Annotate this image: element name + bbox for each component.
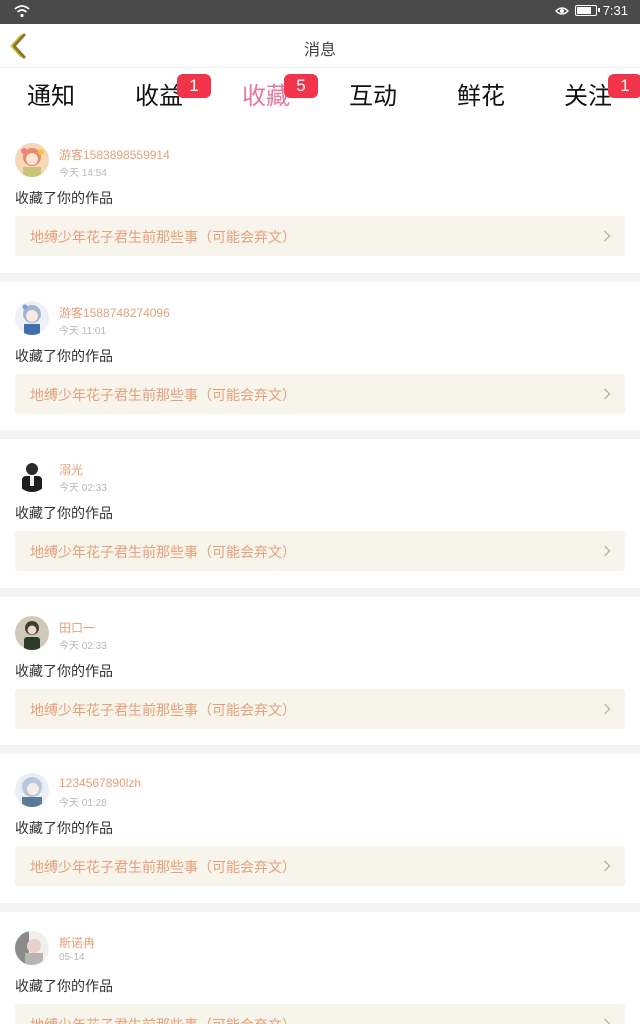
tab-notice[interactable]: 通知 — [11, 76, 91, 116]
timestamp: 今天 02:33 — [59, 640, 107, 652]
timestamp: 05-14 — [59, 951, 85, 963]
list-item[interactable]: 斯诺冉 05-14 收藏了你的作品 地缚少年花子君生前那些事（可能会弃文） — [0, 911, 640, 1024]
work-link[interactable]: 地缚少年花子君生前那些事（可能会弃文） — [15, 531, 625, 571]
action-text: 收藏了你的作品 — [15, 506, 113, 522]
chevron-right-icon — [604, 703, 611, 714]
unread-badge: 5 — [284, 74, 318, 98]
username[interactable]: 溺光 — [59, 461, 83, 478]
timestamp: 今天 01:28 — [59, 798, 107, 809]
chevron-right-icon — [604, 1018, 611, 1024]
list-item[interactable]: 游客1583898559914 今天 14:54 收藏了你的作品 地缚少年花子君… — [0, 124, 640, 273]
action-text: 收藏了你的作品 — [15, 663, 113, 680]
action-text: 收藏了你的作品 — [15, 978, 113, 995]
divider — [0, 272, 640, 282]
action-text: 收藏了你的作品 — [15, 348, 113, 365]
list-item[interactable]: 1234567890lzh 今天 01:28 收藏了你的作品 地缚少年花子君生前… — [0, 754, 640, 903]
tab-bar: 通知 收益 1 收藏 5 互动 鲜花 关注 1 — [0, 68, 640, 126]
chevron-right-icon — [604, 860, 611, 872]
tab-label: 收藏 — [242, 82, 290, 110]
status-time: 7:31 — [602, 3, 628, 18]
username[interactable]: 1234567890lzh — [59, 776, 141, 790]
avatar[interactable] — [15, 773, 49, 807]
work-title: 地缚少年花子君生前那些事（可能会弃文） — [30, 387, 296, 404]
nav-bar: 消息 — [0, 24, 640, 68]
tab-favorites[interactable]: 收藏 5 — [226, 74, 318, 126]
username[interactable]: 游客1583898559914 — [59, 146, 170, 163]
divider — [0, 430, 640, 439]
tab-label: 互动 — [349, 82, 397, 110]
work-link[interactable]: 地缚少年花子君生前那些事（可能会弃文） — [15, 1003, 625, 1024]
tab-label: 通知 — [27, 82, 75, 110]
unread-badge: 1 — [608, 74, 640, 98]
work-link[interactable]: 地缚少年花子君生前那些事（可能会弃文） — [15, 216, 625, 256]
action-text: 收藏了你的作品 — [15, 191, 113, 207]
timestamp: 今天 14:54 — [59, 168, 107, 179]
username[interactable]: 游客1588748274096 — [59, 304, 170, 321]
work-link[interactable]: 地缚少年花子君生前那些事（可能会弃文） — [15, 846, 625, 886]
work-title: 地缚少年花子君生前那些事（可能会弃文） — [30, 545, 296, 561]
work-title: 地缚少年花子君生前那些事（可能会弃文） — [30, 860, 296, 876]
page-title: 消息 — [303, 40, 336, 59]
work-link[interactable]: 地缚少年花子君生前那些事（可能会弃文） — [15, 688, 625, 729]
tab-label: 关注 — [564, 82, 612, 110]
timestamp: 今天 02:33 — [59, 483, 107, 494]
action-text: 收藏了你的作品 — [15, 821, 113, 837]
list-item[interactable]: 田口一 今天 02:33 收藏了你的作品 地缚少年花子君生前那些事（可能会弃文） — [0, 596, 640, 745]
tab-label: 收益 — [135, 82, 183, 110]
divider — [0, 745, 640, 754]
avatar[interactable] — [15, 615, 49, 650]
eye-comfort-icon — [554, 6, 569, 15]
tab-earnings[interactable]: 收益 1 — [119, 74, 211, 116]
avatar[interactable] — [15, 143, 49, 177]
wifi-icon — [14, 5, 30, 18]
tab-flowers[interactable]: 鲜花 — [441, 76, 521, 116]
chevron-right-icon — [604, 388, 611, 399]
list-item[interactable]: 游客1588748274096 今天 11:01 收藏了你的作品 地缚少年花子君… — [0, 281, 640, 430]
status-bar: 7:31 — [0, 0, 640, 24]
username[interactable]: 斯诺冉 — [59, 934, 95, 951]
avatar[interactable] — [15, 458, 49, 492]
battery-icon — [574, 5, 600, 16]
divider — [0, 587, 640, 597]
username[interactable]: 田口一 — [59, 619, 95, 636]
message-list: 游客1583898559914 今天 14:54 收藏了你的作品 地缚少年花子君… — [0, 124, 640, 1024]
work-title: 地缚少年花子君生前那些事（可能会弃文） — [30, 702, 296, 719]
unread-badge: 1 — [177, 74, 211, 98]
divider — [0, 902, 640, 912]
tab-follow[interactable]: 关注 1 — [548, 74, 640, 116]
work-link[interactable]: 地缚少年花子君生前那些事（可能会弃文） — [15, 373, 625, 414]
work-title: 地缚少年花子君生前那些事（可能会弃文） — [30, 230, 296, 246]
tab-interaction[interactable]: 互动 — [333, 76, 413, 116]
avatar[interactable] — [15, 300, 49, 335]
chevron-right-icon — [604, 545, 611, 557]
avatar[interactable] — [15, 930, 49, 965]
chevron-right-icon — [604, 230, 611, 242]
work-title: 地缚少年花子君生前那些事（可能会弃文） — [30, 1015, 296, 1024]
timestamp: 今天 11:01 — [59, 325, 107, 337]
tab-label: 鲜花 — [457, 82, 505, 110]
list-item[interactable]: 溺光 今天 02:33 收藏了你的作品 地缚少年花子君生前那些事（可能会弃文） — [0, 439, 640, 588]
